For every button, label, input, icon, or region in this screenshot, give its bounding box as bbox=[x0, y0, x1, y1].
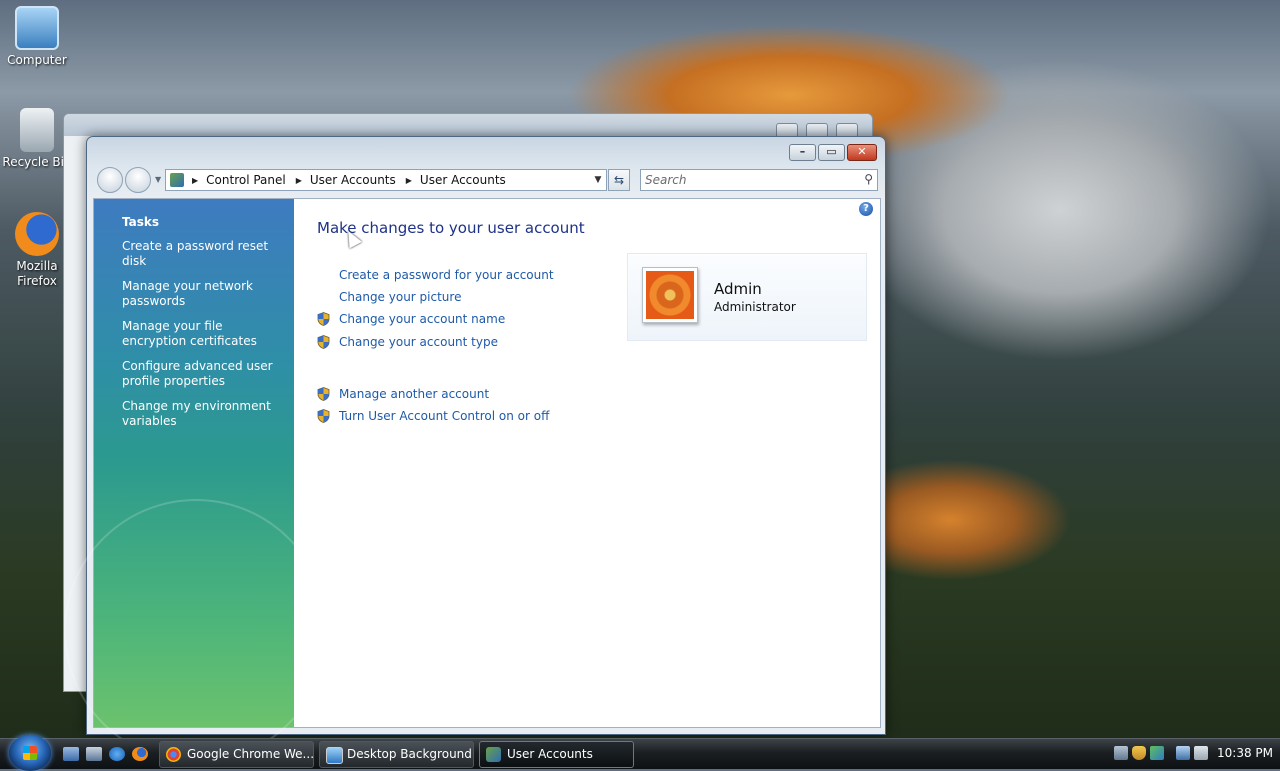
user-accounts-icon bbox=[486, 747, 501, 762]
taskbar-button-chrome[interactable]: Google Chrome We... bbox=[159, 741, 314, 768]
desktop-icon-label: Computer bbox=[7, 53, 67, 67]
desktop-icon-label: Recycle Bin bbox=[2, 155, 72, 169]
taskbar-button-label: Google Chrome We... bbox=[187, 747, 314, 761]
close-icon: ✕ bbox=[857, 145, 867, 158]
tray-app-icon[interactable] bbox=[1114, 746, 1128, 760]
decorative-curve bbox=[64, 499, 328, 763]
task-create-password-reset-disk[interactable]: Create a password reset disk bbox=[122, 239, 287, 269]
system-tray: 10:38 PM bbox=[1108, 739, 1280, 769]
recent-pages-dropdown[interactable]: ▼ bbox=[155, 175, 161, 184]
task-change-environment-variables[interactable]: Change my environment variables bbox=[122, 399, 287, 429]
task-configure-advanced-user-profile[interactable]: Configure advanced user profile properti… bbox=[122, 359, 287, 389]
link-turn-uac-on-off[interactable]: Turn User Account Control on or off bbox=[339, 409, 549, 423]
flower-picture-icon bbox=[646, 271, 694, 319]
task-manage-file-encryption-certificates[interactable]: Manage your file encryption certificates bbox=[122, 319, 287, 349]
account-name: Admin bbox=[714, 280, 762, 298]
search-icon[interactable]: ⚲ bbox=[864, 172, 873, 186]
tasks-list: Create a password reset disk Manage your… bbox=[122, 239, 287, 439]
tasks-heading: Tasks bbox=[122, 215, 160, 229]
uac-shield-icon bbox=[317, 387, 330, 401]
desktop-icon-firefox[interactable]: Mozilla Firefox bbox=[2, 212, 72, 289]
link-change-picture[interactable]: Change your picture bbox=[339, 290, 461, 304]
breadcrumb-arrow-icon[interactable]: ▶ bbox=[192, 176, 198, 185]
breadcrumb-user-accounts-current[interactable]: User Accounts bbox=[420, 173, 506, 187]
breadcrumb-arrow-icon[interactable]: ▶ bbox=[406, 176, 412, 185]
uac-shield-icon bbox=[317, 335, 330, 349]
tasks-pane: Tasks Create a password reset disk Manag… bbox=[64, 199, 328, 763]
breadcrumb-arrow-icon[interactable]: ▶ bbox=[296, 176, 302, 185]
computer-icon bbox=[15, 6, 59, 50]
taskbar-button-label: User Accounts bbox=[507, 747, 593, 761]
minimize-icon: – bbox=[799, 145, 806, 158]
breadcrumb-user-accounts[interactable]: User Accounts bbox=[310, 173, 396, 187]
link-create-password[interactable]: Create a password for your account bbox=[339, 268, 554, 282]
back-button[interactable] bbox=[97, 167, 123, 193]
maximize-icon: ▭ bbox=[826, 145, 837, 158]
forward-button[interactable] bbox=[125, 167, 151, 193]
content-pane: ? Tasks Create a password reset disk Man… bbox=[64, 198, 881, 763]
recycle-bin-icon bbox=[20, 108, 54, 152]
uac-shield-icon bbox=[317, 312, 330, 326]
taskbar: Google Chrome We... Desktop Background U… bbox=[0, 735, 1280, 771]
refresh-icon: ⇆ bbox=[613, 173, 625, 187]
user-accounts-window[interactable]: – ▭ ✕ ▼ ▶ Control Panel ▶ User Accounts … bbox=[64, 136, 886, 763]
switch-windows-icon[interactable] bbox=[86, 747, 102, 761]
minimize-button[interactable]: – bbox=[789, 144, 816, 161]
link-manage-another-account[interactable]: Manage another account bbox=[339, 387, 489, 401]
address-bar[interactable]: ▶ Control Panel ▶ User Accounts ▶ User A… bbox=[165, 169, 607, 191]
desktop-icon-label: Mozilla Firefox bbox=[16, 259, 58, 288]
firefox-quicklaunch-icon[interactable] bbox=[132, 747, 148, 761]
maximize-button[interactable]: ▭ bbox=[818, 144, 845, 161]
uac-shield-icon bbox=[317, 409, 330, 423]
desktop-background-icon bbox=[326, 747, 343, 764]
breadcrumb: ▶ Control Panel ▶ User Accounts ▶ User A… bbox=[170, 172, 516, 188]
clock[interactable]: 10:38 PM bbox=[1217, 739, 1273, 768]
avatar[interactable] bbox=[642, 267, 698, 323]
chrome-icon bbox=[166, 747, 181, 762]
desktop-icon-recycle-bin[interactable]: Recycle Bin bbox=[2, 108, 72, 170]
desktop-icon-computer[interactable]: Computer bbox=[2, 6, 72, 68]
link-change-account-name[interactable]: Change your account name bbox=[339, 312, 505, 326]
control-panel-icon bbox=[170, 173, 184, 187]
internet-explorer-icon[interactable] bbox=[109, 747, 125, 761]
start-button[interactable] bbox=[9, 735, 51, 771]
taskbar-button-desktop-background[interactable]: Desktop Background bbox=[319, 741, 474, 768]
tray-network-center-icon[interactable] bbox=[1150, 746, 1164, 760]
taskbar-button-label: Desktop Background bbox=[347, 747, 472, 761]
refresh-button[interactable]: ⇆ bbox=[608, 169, 630, 191]
task-manage-network-passwords[interactable]: Manage your network passwords bbox=[122, 279, 287, 309]
address-dropdown-button[interactable]: ▼ bbox=[590, 170, 606, 190]
show-desktop-icon[interactable] bbox=[63, 747, 79, 761]
volume-muted-icon[interactable] bbox=[1194, 746, 1208, 760]
account-card: Admin Administrator bbox=[627, 253, 867, 341]
close-button[interactable]: ✕ bbox=[847, 144, 877, 161]
taskbar-button-user-accounts[interactable]: User Accounts bbox=[479, 741, 634, 768]
search-input[interactable] bbox=[645, 171, 845, 189]
breadcrumb-control-panel[interactable]: Control Panel bbox=[206, 173, 286, 187]
help-icon[interactable]: ? bbox=[859, 202, 873, 216]
account-role: Administrator bbox=[714, 300, 796, 314]
firefox-icon bbox=[15, 212, 59, 256]
windows-logo-icon bbox=[23, 746, 37, 760]
background-window-titlebar[interactable] bbox=[64, 114, 872, 136]
security-shield-icon[interactable] bbox=[1132, 746, 1146, 760]
link-change-account-type[interactable]: Change your account type bbox=[339, 335, 498, 349]
search-box[interactable]: ⚲ bbox=[640, 169, 878, 191]
network-icon[interactable] bbox=[1176, 746, 1190, 760]
